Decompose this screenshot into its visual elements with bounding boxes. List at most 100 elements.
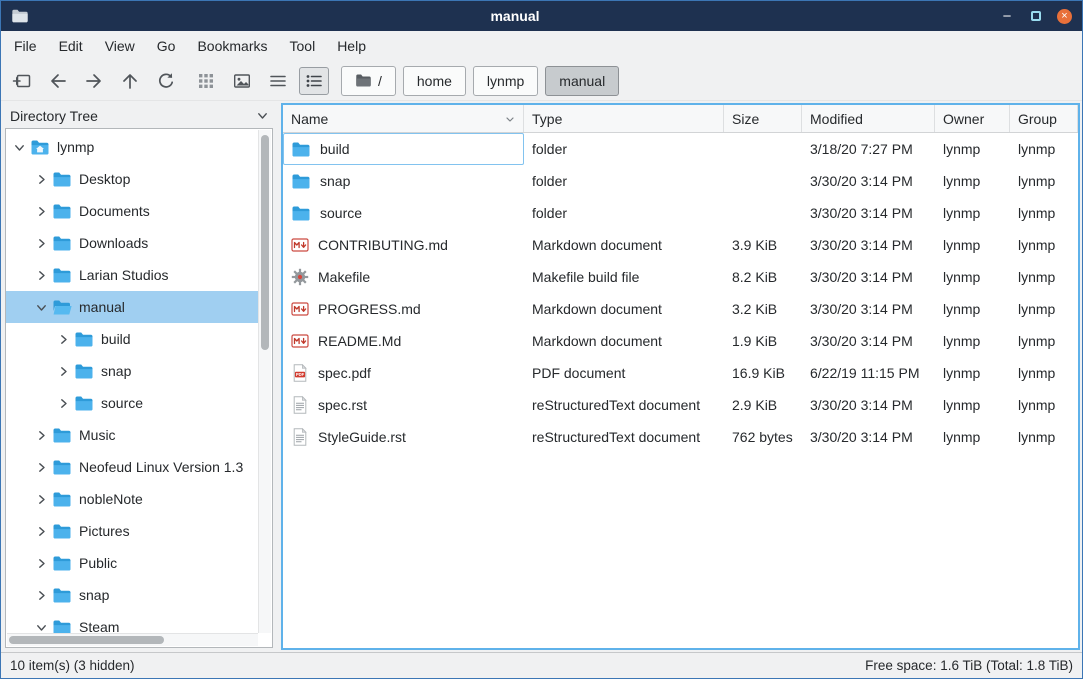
new-tab-button[interactable]: [7, 67, 37, 95]
tree-item-noblenote[interactable]: nobleNote: [6, 483, 258, 515]
menu-go[interactable]: Go: [146, 33, 187, 59]
file-row-build[interactable]: buildfolder3/18/20 7:27 PMlynmplynmp: [283, 133, 1078, 165]
file-group-cell: lynmp: [1010, 133, 1078, 165]
icon-view-button[interactable]: [191, 67, 221, 95]
file-name: spec.pdf: [318, 365, 371, 381]
menu-help[interactable]: Help: [326, 33, 377, 59]
thumbnail-view-button[interactable]: [227, 67, 257, 95]
text-icon: [291, 428, 309, 446]
path-segment-home[interactable]: home: [403, 66, 466, 96]
file-row-makefile[interactable]: MakefileMakefile build file8.2 KiB3/30/2…: [283, 261, 1078, 293]
column-header-size[interactable]: Size: [724, 105, 802, 132]
tree-item-neofeud-linux-version-1.3[interactable]: Neofeud Linux Version 1.3: [6, 451, 258, 483]
file-name-cell: StyleGuide.rst: [283, 421, 524, 453]
chevron-right-icon[interactable]: [34, 558, 49, 569]
vertical-scrollbar-thumb[interactable]: [261, 135, 269, 350]
column-header-modified[interactable]: Modified: [802, 105, 935, 132]
detailed-list-view-button[interactable]: [299, 67, 329, 95]
tree-item-snap[interactable]: snap: [6, 579, 258, 611]
file-row-spec.rst[interactable]: spec.rstreStructuredText document2.9 KiB…: [283, 389, 1078, 421]
tree-item-public[interactable]: Public: [6, 547, 258, 579]
minimize-button[interactable]: −: [999, 8, 1015, 24]
path-root-button[interactable]: /: [341, 66, 396, 96]
compact-view-button[interactable]: [263, 67, 293, 95]
column-header-owner[interactable]: Owner: [935, 105, 1010, 132]
chevron-right-icon[interactable]: [34, 174, 49, 185]
tree-item-label: Downloads: [79, 235, 148, 251]
tree-item-documents[interactable]: Documents: [6, 195, 258, 227]
directory-tree: lynmpDesktopDocuments Downloads Larian Stu…: [6, 131, 258, 633]
chevron-right-icon[interactable]: [34, 238, 49, 249]
titlebar[interactable]: manual − ×: [1, 1, 1082, 31]
tree-item-music[interactable]: Music: [6, 419, 258, 451]
go-up-button[interactable]: [115, 67, 145, 95]
chevron-right-icon[interactable]: [34, 430, 49, 441]
menu-bookmarks[interactable]: Bookmarks: [186, 33, 278, 59]
file-row-readme.md[interactable]: README.MdMarkdown document1.9 KiB3/30/20…: [283, 325, 1078, 357]
tree-item-source[interactable]: source: [6, 387, 258, 419]
horizontal-scrollbar-thumb[interactable]: [9, 636, 164, 644]
chevron-right-icon[interactable]: [34, 206, 49, 217]
file-row-progress.md[interactable]: PROGRESS.mdMarkdown document3.2 KiB3/30/…: [283, 293, 1078, 325]
file-modified-cell: 3/30/20 3:14 PM: [802, 261, 935, 293]
tree-vertical-scrollbar[interactable]: [258, 130, 271, 633]
chevron-right-icon[interactable]: [34, 590, 49, 601]
chevron-right-icon[interactable]: [34, 270, 49, 281]
tree-item-downloads[interactable]: Downloads: [6, 227, 258, 259]
tree-item-pictures[interactable]: Pictures: [6, 515, 258, 547]
file-row-source[interactable]: sourcefolder3/30/20 3:14 PMlynmplynmp: [283, 197, 1078, 229]
tree-horizontal-scrollbar[interactable]: [7, 633, 258, 646]
file-row-contributing.md[interactable]: CONTRIBUTING.mdMarkdown document3.9 KiB3…: [283, 229, 1078, 261]
close-button[interactable]: ×: [1057, 9, 1072, 24]
column-header-group[interactable]: Group: [1010, 105, 1078, 132]
menu-tool[interactable]: Tool: [279, 33, 327, 59]
file-row-snap[interactable]: snapfolder3/30/20 3:14 PMlynmplynmp: [283, 165, 1078, 197]
chevron-right-icon[interactable]: [34, 526, 49, 537]
table-header: NameTypeSizeModifiedOwnerGroup: [283, 105, 1078, 133]
file-modified-cell: 3/30/20 3:14 PM: [802, 197, 935, 229]
go-forward-button[interactable]: [79, 67, 109, 95]
chevron-down-icon[interactable]: [257, 110, 268, 121]
chevron-down-icon[interactable]: [34, 302, 49, 313]
tree-item-lynmp[interactable]: lynmp: [6, 131, 258, 163]
chevron-right-icon[interactable]: [34, 494, 49, 505]
column-header-type[interactable]: Type: [524, 105, 724, 132]
pathbar: / homelynmpmanual: [341, 66, 619, 96]
file-size-cell: [724, 197, 802, 229]
reload-button[interactable]: [151, 67, 181, 95]
folder-icon: [74, 331, 94, 348]
folder-icon: [74, 395, 94, 412]
chevron-right-icon[interactable]: [56, 398, 71, 409]
chevron-right-icon[interactable]: [56, 366, 71, 377]
tree-item-snap[interactable]: snap: [6, 355, 258, 387]
tree-item-label: manual: [79, 299, 125, 315]
file-row-spec.pdf[interactable]: PDFspec.pdfPDF document16.9 KiB6/22/19 1…: [283, 357, 1078, 389]
maximize-button[interactable]: [1028, 8, 1044, 24]
status-free-space: Free space: 1.6 TiB (Total: 1.8 TiB): [865, 658, 1073, 673]
tree-item-build[interactable]: build: [6, 323, 258, 355]
menu-view[interactable]: View: [94, 33, 146, 59]
chevron-down-icon[interactable]: [12, 142, 27, 153]
sidebar-title: Directory Tree: [10, 108, 257, 124]
file-name: PROGRESS.md: [318, 301, 421, 317]
menu-file[interactable]: File: [3, 33, 48, 59]
sort-indicator-icon: [505, 111, 515, 127]
go-back-button[interactable]: [43, 67, 73, 95]
file-name-cell: README.Md: [283, 325, 524, 357]
file-name-cell: PDFspec.pdf: [283, 357, 524, 389]
file-owner-cell: lynmp: [935, 229, 1010, 261]
path-segment-manual[interactable]: manual: [545, 66, 619, 96]
file-owner-cell: lynmp: [935, 197, 1010, 229]
tree-item-manual[interactable]: manual: [6, 291, 258, 323]
menu-edit[interactable]: Edit: [48, 33, 94, 59]
tree-item-desktop[interactable]: Desktop: [6, 163, 258, 195]
chevron-right-icon[interactable]: [34, 462, 49, 473]
file-row-styleguide.rst[interactable]: StyleGuide.rstreStructuredText document7…: [283, 421, 1078, 453]
chevron-down-icon[interactable]: [34, 622, 49, 633]
path-segment-lynmp[interactable]: lynmp: [473, 66, 538, 96]
column-header-name[interactable]: Name: [283, 105, 524, 132]
tree-item-larian-studios[interactable]: Larian Studios: [6, 259, 258, 291]
file-name: Makefile: [318, 269, 370, 285]
tree-item-steam[interactable]: Steam: [6, 611, 258, 633]
chevron-right-icon[interactable]: [56, 334, 71, 345]
